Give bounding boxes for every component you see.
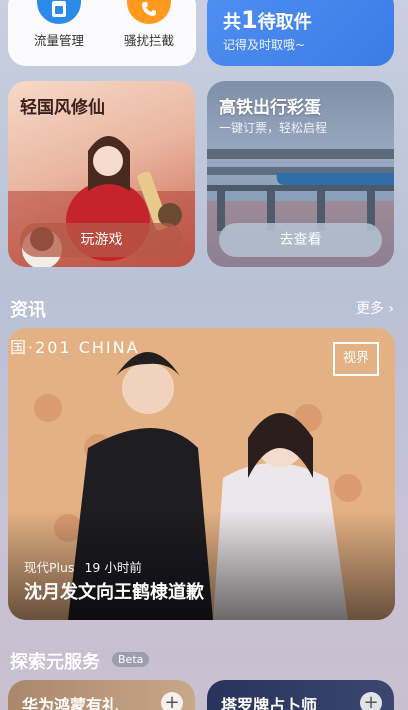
chevron-right-icon: › — [388, 301, 394, 317]
news-banner-text: 国·201 CHINA — [10, 338, 140, 357]
add-icon[interactable]: + — [360, 692, 382, 710]
tool-data-usage[interactable]: 流量管理 — [14, 0, 104, 49]
tool-spam-block[interactable]: 骚扰拦截 — [104, 0, 194, 49]
news-source: 现代Plus — [24, 560, 75, 575]
service-card-tarot[interactable]: 塔罗牌占卜师 + — [207, 680, 394, 710]
promo-train-card[interactable]: 高铁出行彩蛋 一键订票，轻松启程 去查看 — [207, 81, 394, 267]
beta-badge: Beta — [112, 652, 150, 667]
promo-game-card[interactable]: 轻国风修仙 玩游戏 — [8, 81, 195, 267]
more-news-link[interactable]: 更多 › — [356, 298, 394, 318]
pickup-prefix: 共 — [223, 12, 241, 33]
news-time: 19 小时前 — [84, 560, 142, 575]
news-meta: 现代Plus 19 小时前 — [24, 557, 142, 576]
phone-block-icon — [127, 0, 171, 24]
sim-card-icon — [37, 0, 81, 24]
promo-subtitle: 一键订票，轻松启程 — [219, 121, 328, 135]
service-card-huawei-gift[interactable]: 华为鸿蒙有礼 + — [8, 680, 195, 710]
promo-title: 轻国风修仙 — [20, 98, 105, 118]
pickup-count: 共1待取件 — [223, 6, 394, 34]
promo-title: 高铁出行彩蛋 — [219, 98, 321, 118]
quick-tools-card: 流量管理 骚扰拦截 — [8, 0, 196, 66]
pickup-suffix: 待取件 — [257, 12, 312, 33]
explore-section-title: 探索元服务 — [10, 652, 100, 673]
news-card[interactable]: 国·201 CHINA 视界 现代Plus 19 小时前 沈月发文向王鹤棣道歉 — [8, 328, 395, 620]
news-source-logo: 视界 — [333, 342, 379, 376]
pickup-number: 1 — [241, 6, 258, 34]
tool-label: 流量管理 — [33, 33, 84, 48]
view-details-button[interactable]: 去查看 — [219, 223, 382, 257]
more-label: 更多 — [355, 301, 384, 317]
add-icon[interactable]: + — [161, 692, 183, 710]
tool-label: 骚扰拦截 — [123, 33, 174, 48]
news-section-title: 资讯 — [10, 300, 46, 321]
pickup-reminder: 记得及时取哦~ — [223, 38, 306, 52]
play-game-button[interactable]: 玩游戏 — [20, 223, 183, 257]
parcel-pickup-card[interactable]: 共1待取件 记得及时取哦~ — [207, 0, 394, 66]
news-headline: 沈月发文向王鹤棣道歉 — [24, 582, 204, 603]
